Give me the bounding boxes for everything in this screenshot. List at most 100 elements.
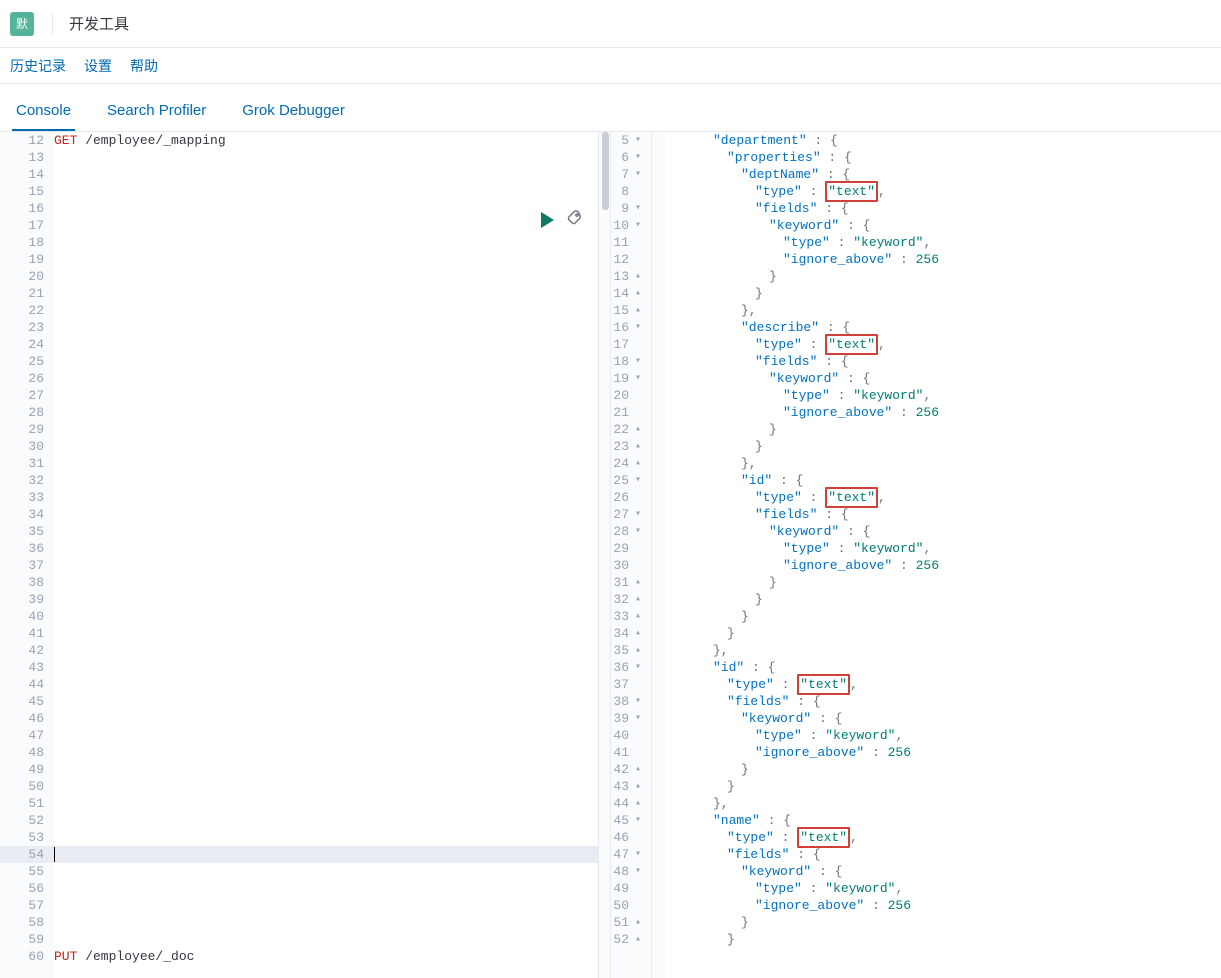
code-line[interactable]: [54, 387, 598, 404]
response-line: "fields" : {: [671, 353, 1221, 370]
line-number: 25▾: [611, 472, 651, 489]
code-line[interactable]: [54, 659, 598, 676]
code-line[interactable]: [54, 914, 598, 931]
response-pane: ⋮ 5▾6▾7▾89▾10▾111213▴14▴15▴16▾1718▾19▾20…: [611, 132, 1221, 978]
code-line[interactable]: [54, 200, 598, 217]
tab-bar: Console Search Profiler Grok Debugger: [0, 84, 1221, 132]
code-line[interactable]: [54, 183, 598, 200]
line-number: 33▴: [611, 608, 651, 625]
line-number: 51▴: [611, 914, 651, 931]
code-line[interactable]: [54, 523, 598, 540]
line-number: 35: [0, 523, 54, 540]
code-line[interactable]: [54, 812, 598, 829]
code-line[interactable]: [54, 370, 598, 387]
code-line[interactable]: GET /employee/_mapping: [54, 132, 598, 149]
app-logo: 默: [10, 12, 34, 36]
code-line[interactable]: [54, 251, 598, 268]
code-line[interactable]: [54, 421, 598, 438]
line-number: 41: [611, 744, 651, 761]
request-editor[interactable]: GET /employee/_mapping PUT /employee/_doc: [54, 132, 598, 978]
line-number: 59: [0, 931, 54, 948]
code-line[interactable]: [54, 608, 598, 625]
response-line: "type" : "keyword",: [671, 540, 1221, 557]
line-number: 26: [0, 370, 54, 387]
code-line[interactable]: [54, 353, 598, 370]
line-number: 50: [611, 897, 651, 914]
code-line[interactable]: [54, 846, 598, 863]
code-line[interactable]: [54, 455, 598, 472]
code-line[interactable]: [54, 336, 598, 353]
line-number: 40: [0, 608, 54, 625]
line-number: 43: [0, 659, 54, 676]
code-line[interactable]: [54, 166, 598, 183]
code-line[interactable]: [54, 642, 598, 659]
code-line[interactable]: [54, 931, 598, 948]
response-line: "type" : "text",: [671, 829, 1221, 846]
code-line[interactable]: [54, 591, 598, 608]
code-line[interactable]: [54, 727, 598, 744]
code-line[interactable]: [54, 438, 598, 455]
response-viewer[interactable]: "department" : {"properties" : {"deptNam…: [665, 132, 1221, 978]
line-number: 10▾: [611, 217, 651, 234]
tab-search-profiler[interactable]: Search Profiler: [103, 102, 210, 131]
code-line[interactable]: [54, 234, 598, 251]
code-line[interactable]: [54, 880, 598, 897]
tab-console[interactable]: Console: [12, 102, 75, 131]
code-line[interactable]: [54, 778, 598, 795]
response-line: "fields" : {: [671, 846, 1221, 863]
code-line[interactable]: [54, 863, 598, 880]
code-line[interactable]: [54, 710, 598, 727]
line-number: 45: [0, 693, 54, 710]
code-line[interactable]: [54, 574, 598, 591]
code-line[interactable]: [54, 506, 598, 523]
response-line: "ignore_above" : 256: [671, 897, 1221, 914]
line-number: 52: [0, 812, 54, 829]
code-line[interactable]: [54, 472, 598, 489]
code-line[interactable]: [54, 744, 598, 761]
line-number: 34▴: [611, 625, 651, 642]
line-number: 14: [0, 166, 54, 183]
code-line[interactable]: [54, 268, 598, 285]
line-number: 33: [0, 489, 54, 506]
line-number: 36▾: [611, 659, 651, 676]
scrollbar-thumb[interactable]: [602, 132, 609, 210]
line-number: 38▾: [611, 693, 651, 710]
response-line: }: [671, 438, 1221, 455]
line-number: 41: [0, 625, 54, 642]
line-number: 47: [0, 727, 54, 744]
code-line[interactable]: [54, 319, 598, 336]
code-line[interactable]: [54, 693, 598, 710]
code-line[interactable]: [54, 404, 598, 421]
line-number: 43▴: [611, 778, 651, 795]
code-line[interactable]: [54, 489, 598, 506]
line-number: 26: [611, 489, 651, 506]
line-number: 30: [0, 438, 54, 455]
response-line: "type" : "text",: [671, 676, 1221, 693]
code-line[interactable]: [54, 285, 598, 302]
code-line[interactable]: [54, 217, 598, 234]
code-line[interactable]: PUT /employee/_doc: [54, 948, 598, 965]
code-line[interactable]: [54, 540, 598, 557]
code-line[interactable]: [54, 676, 598, 693]
response-line: "department" : {: [671, 132, 1221, 149]
request-options-icon[interactable]: [566, 210, 582, 229]
code-line[interactable]: [54, 625, 598, 642]
response-line: "keyword" : {: [671, 710, 1221, 727]
code-line[interactable]: [54, 557, 598, 574]
menu-settings[interactable]: 设置: [84, 56, 112, 76]
send-request-icon[interactable]: [541, 212, 554, 228]
code-line[interactable]: [54, 829, 598, 846]
line-number: 28: [0, 404, 54, 421]
menu-help[interactable]: 帮助: [130, 56, 158, 76]
code-line[interactable]: [54, 795, 598, 812]
code-line[interactable]: [54, 302, 598, 319]
code-line[interactable]: [54, 149, 598, 166]
menu-history[interactable]: 历史记录: [10, 56, 66, 76]
line-number: 17: [611, 336, 651, 353]
code-line[interactable]: [54, 761, 598, 778]
line-number: 9▾: [611, 200, 651, 217]
tab-grok-debugger[interactable]: Grok Debugger: [238, 102, 349, 131]
code-line[interactable]: [54, 897, 598, 914]
response-line: "describe" : {: [671, 319, 1221, 336]
request-editor-pane: 1213141516171819202122232425262728293031…: [0, 132, 611, 978]
